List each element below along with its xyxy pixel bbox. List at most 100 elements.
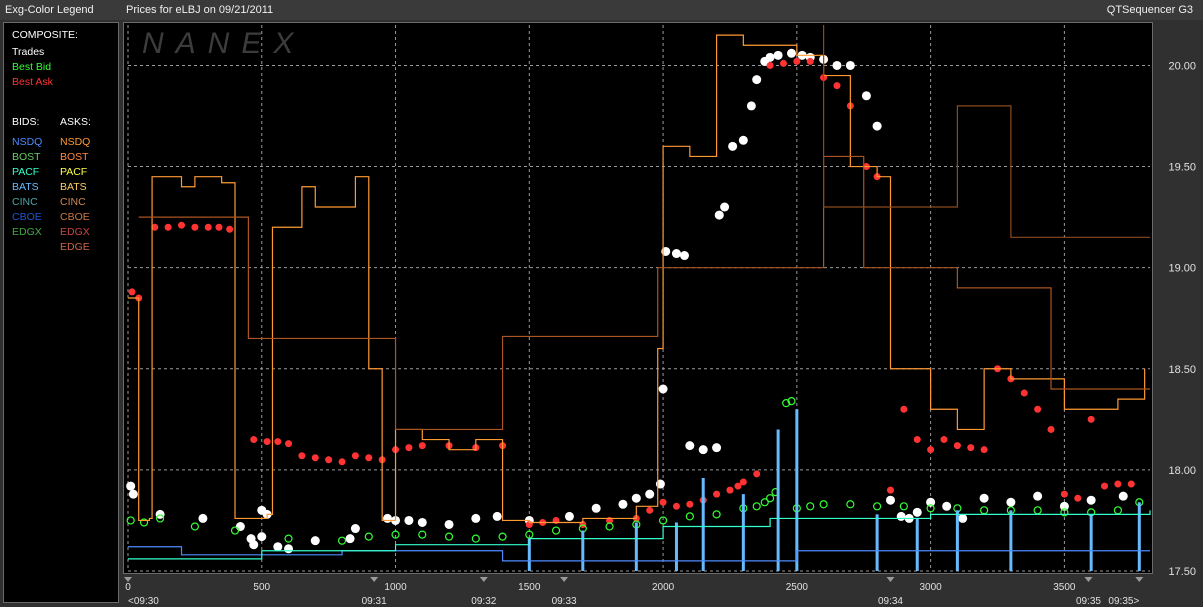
legend-bid-pacf: PACF	[12, 166, 40, 178]
trade-dot	[671, 249, 681, 259]
best-bid-dot	[819, 500, 828, 509]
best-ask-dot	[806, 57, 814, 65]
best-ask-dot	[967, 444, 975, 452]
time-label: 09:35	[1076, 596, 1101, 607]
trade-dot	[235, 522, 245, 532]
price-chart[interactable]: NANEX	[123, 22, 1153, 574]
trade-dot	[979, 493, 989, 503]
best-ask-dot	[833, 82, 841, 90]
y-tick-label: 17.50	[1168, 566, 1196, 578]
best-ask-dot	[1034, 405, 1042, 413]
trade-dot	[786, 48, 796, 58]
y-tick-label: 18.50	[1168, 364, 1196, 376]
best-bid-dot	[899, 502, 908, 511]
trade-dot	[958, 513, 968, 523]
best-bid-dot	[712, 510, 721, 519]
best-bid-dot	[230, 526, 240, 535]
trade-dot	[257, 532, 267, 542]
best-ask-dot	[1047, 425, 1055, 433]
legend-ask-bost: BOST	[60, 151, 89, 163]
trade-dot	[1006, 497, 1016, 507]
trade-dot	[720, 202, 730, 212]
best-ask-dot	[418, 442, 426, 450]
best-bid-dot	[1113, 506, 1122, 515]
trade-dot	[679, 251, 689, 261]
trade-dot	[714, 210, 724, 220]
trade-dot	[845, 60, 855, 70]
trade-dot	[404, 515, 414, 525]
best-ask-dot	[215, 223, 223, 231]
trade-dot	[645, 489, 655, 499]
best-ask-dot	[274, 438, 282, 446]
bids-label: BIDS:	[12, 116, 40, 128]
best-ask-dot	[1087, 415, 1095, 423]
trade-dot	[738, 135, 748, 145]
trade-dot	[591, 503, 601, 513]
trade-dot	[872, 121, 882, 131]
best-bid-dot	[806, 502, 815, 511]
best-ask-dot	[766, 61, 774, 69]
best-bid-dot	[190, 522, 199, 531]
trade-dot	[198, 513, 208, 523]
title-bar: Exg-Color Legend Prices for eLBJ on 09/2…	[0, 0, 1203, 20]
series-cboe-ask	[138, 155, 1150, 431]
x-tick-label: 2500	[786, 582, 809, 593]
trade-dot	[1086, 495, 1096, 505]
best-ask-dot	[753, 470, 761, 478]
trade-dot	[896, 511, 906, 521]
trade-dot	[273, 542, 283, 552]
trade-dot	[1033, 491, 1043, 501]
best-bid-dot	[284, 534, 293, 543]
color-legend-panel: COMPOSITE: Trades Best Bid Best Ask BIDS: …	[3, 22, 119, 603]
trade-dot	[1118, 491, 1128, 501]
best-ask-dot	[1020, 389, 1028, 397]
trade-dot	[746, 101, 756, 111]
y-tick-label: 18.00	[1168, 465, 1196, 477]
best-ask-dot	[250, 436, 258, 444]
trade-dot	[350, 524, 360, 534]
best-ask-dot	[1127, 480, 1135, 488]
best-bid-dot	[873, 502, 882, 511]
best-ask-dot	[726, 486, 734, 494]
x-tick-label: 2000	[652, 582, 675, 593]
best-bid-dot	[685, 512, 694, 521]
legend-ask-cinc: CINC	[60, 196, 86, 208]
price-chart-svg: NANEX	[126, 25, 1151, 572]
trade-dot	[618, 499, 628, 509]
best-ask-dot	[298, 452, 306, 460]
trade-dot	[471, 513, 481, 523]
time-marker	[1084, 577, 1093, 582]
legend-ask-bats: BATS	[60, 181, 87, 193]
best-ask-dot	[713, 490, 721, 498]
legend-ask-edgx: EDGX	[60, 226, 90, 238]
y-tick-label: 20.00	[1168, 60, 1196, 72]
x-tick-label: 500	[253, 582, 270, 593]
trade-dot	[912, 507, 922, 517]
time-label: <09:30	[128, 596, 159, 607]
legend-bid-edgx: EDGX	[12, 226, 42, 238]
legend-title: Exg-Color Legend	[5, 4, 94, 16]
legend-ask-edge: EDGE	[60, 241, 90, 253]
asks-label: ASKS:	[60, 116, 91, 128]
x-tick-label: 3000	[919, 582, 942, 593]
trade-dot	[444, 519, 454, 529]
legend-bid-nsdq: NSDQ	[12, 136, 43, 148]
x-tick-label: 0	[125, 582, 131, 593]
series-nsdq-ask	[128, 34, 1146, 524]
best-bid-dot	[444, 532, 454, 541]
best-ask-dot	[1114, 480, 1122, 488]
best-ask-dot	[325, 456, 333, 464]
best-ask-dot	[338, 458, 346, 466]
app-name: QTSequencer G3	[1106, 4, 1193, 16]
time-marker	[124, 577, 132, 582]
time-label: 09:32	[471, 596, 496, 607]
trade-dot	[685, 441, 695, 451]
series-line	[823, 25, 1150, 238]
trade-dot	[885, 495, 895, 505]
best-ask-dot	[311, 454, 319, 462]
best-bid-dot	[551, 526, 561, 535]
best-ask-dot	[659, 498, 667, 506]
time-marker	[886, 577, 895, 582]
trade-dot	[861, 91, 871, 101]
trade-dot	[564, 511, 574, 521]
